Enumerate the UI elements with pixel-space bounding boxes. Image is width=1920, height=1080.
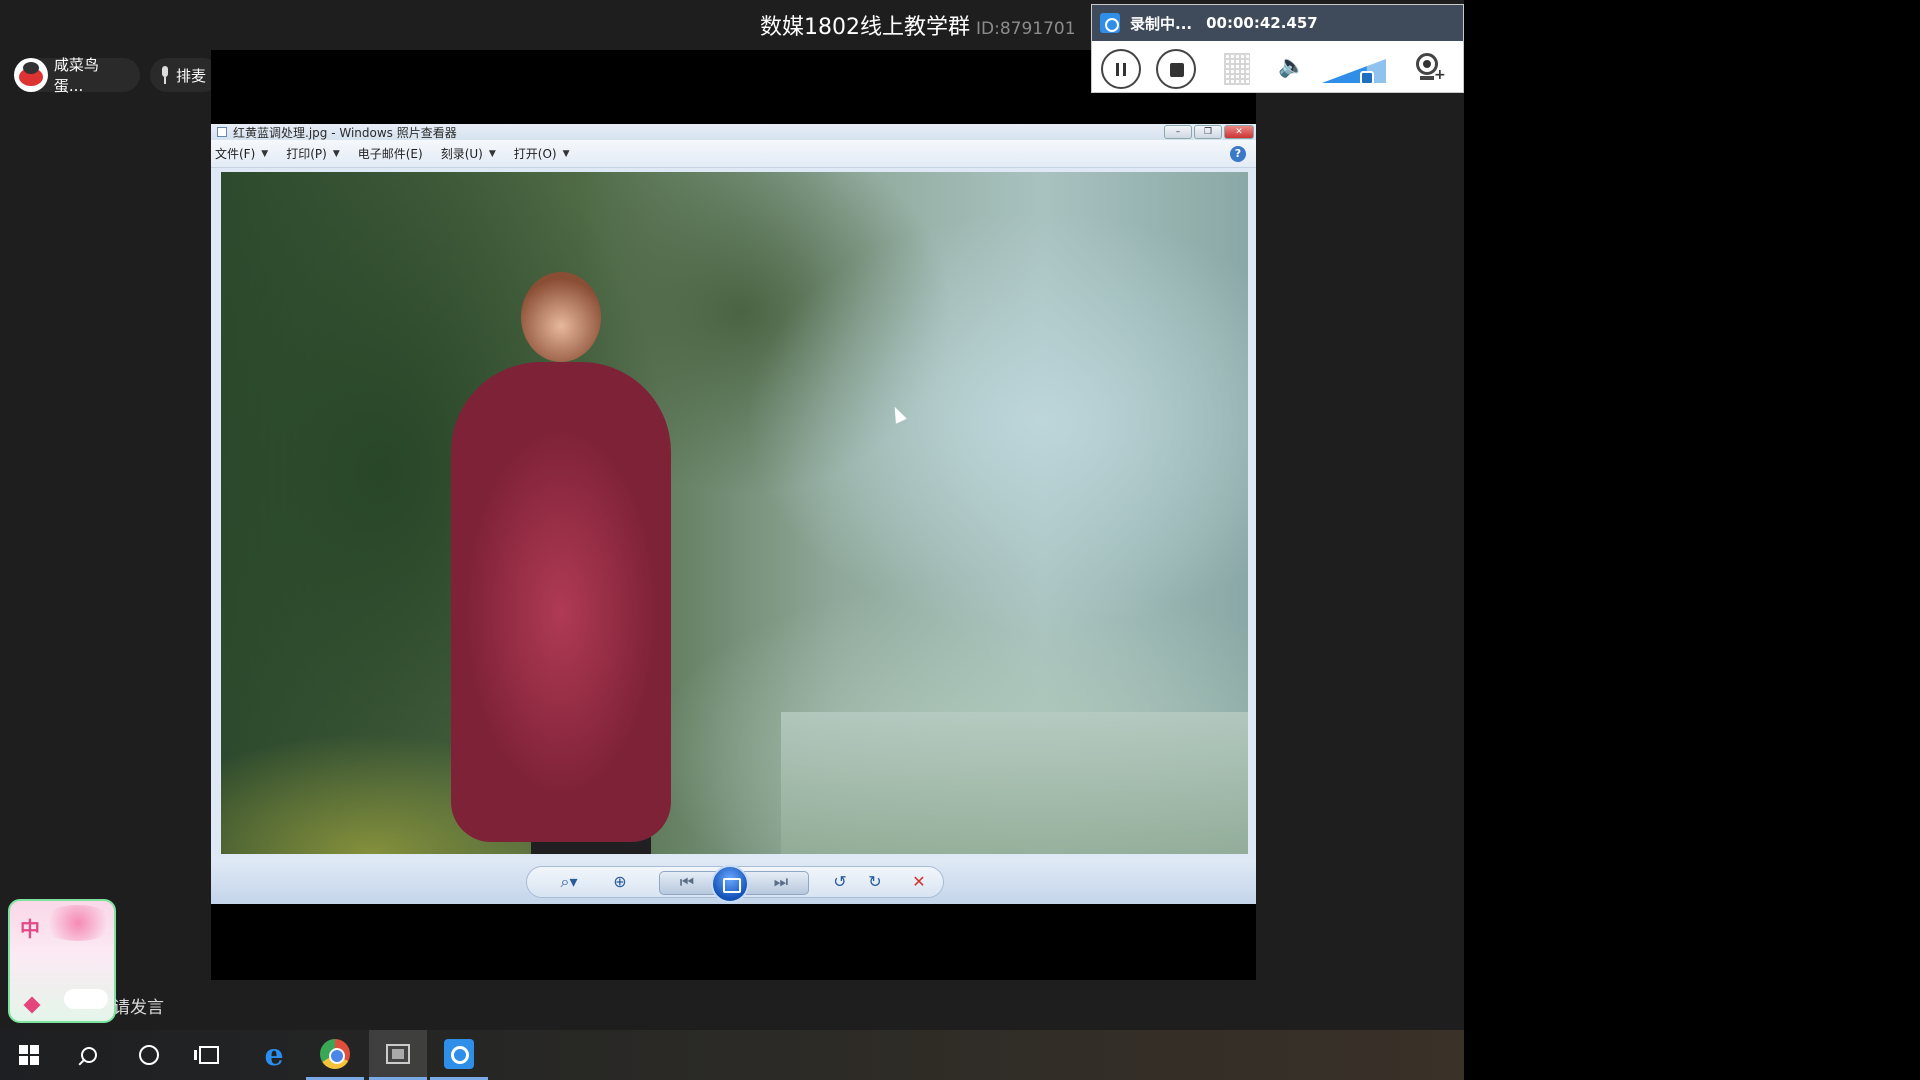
volume-knob[interactable] [1360, 71, 1374, 85]
right-black-area [1464, 0, 1920, 1080]
previous-icon[interactable]: ⏮ [677, 872, 697, 892]
avatar [14, 58, 48, 92]
mouse-cursor-icon [889, 404, 907, 424]
request-to-speak[interactable]: 请发言 [113, 993, 164, 1018]
shared-screen: 红黄蓝调处理.jpg - Windows 照片查看器 – ❐ ✕ 文件(F) ▼ … [211, 50, 1256, 980]
recording-header[interactable]: 录制中... 00:00:42.457 [1092, 5, 1463, 41]
viewer-menubar: 文件(F) ▼ 打印(P) ▼ 电子邮件(E) 刻录(U) ▼ 打开(O) ▼ ? [211, 140, 1256, 168]
cloud-decoration [64, 989, 108, 1009]
menu-burn[interactable]: 刻录(U) ▼ [441, 145, 496, 162]
blossom-decoration [40, 905, 114, 941]
actual-size-icon[interactable]: ⊕ [609, 872, 631, 892]
pause-button[interactable] [1101, 49, 1141, 89]
taskbar-screen-recorder[interactable] [430, 1030, 488, 1080]
sticker-image[interactable]: 中 [8, 899, 116, 1023]
menu-email[interactable]: 电子邮件(E) [358, 145, 423, 162]
menu-label: 文件(F) [215, 147, 256, 161]
zoom-icon[interactable]: ⌕▾ [556, 872, 582, 892]
queue-label: 排麦 [176, 66, 207, 85]
cortana-icon [139, 1045, 159, 1065]
menu-file[interactable]: 文件(F) ▼ [215, 145, 268, 162]
delete-icon[interactable]: ✕ [908, 872, 930, 892]
viewer-titlebar[interactable]: 红黄蓝调处理.jpg - Windows 照片查看器 – ❐ ✕ [211, 124, 1256, 140]
taskbar-task-view[interactable] [180, 1030, 238, 1080]
presenter-name: 咸菜鸟蛋... [53, 56, 99, 95]
volume-slider[interactable] [1322, 55, 1394, 87]
taskbar-search[interactable] [60, 1030, 118, 1080]
heart-icon [23, 996, 41, 1014]
edge-icon: e [264, 1037, 284, 1073]
taskbar-photo-viewer[interactable] [369, 1030, 427, 1080]
taskbar-cortana[interactable] [120, 1030, 178, 1080]
add-icon: + [1434, 67, 1446, 83]
search-icon [81, 1047, 97, 1063]
recording-timer: 00:00:42.457 [1206, 14, 1318, 32]
recording-controls: 🔈 + [1092, 41, 1463, 94]
presenter-chip[interactable]: 咸菜鸟蛋... [14, 56, 140, 95]
window-title: 红黄蓝调处理.jpg - Windows 照片查看器 [233, 125, 457, 140]
recorder-logo-icon [1100, 13, 1120, 33]
stop-button[interactable] [1156, 49, 1196, 89]
start-button[interactable] [0, 1030, 58, 1080]
taskbar-edge[interactable]: e [245, 1030, 303, 1080]
windows-logo-icon [19, 1045, 39, 1065]
photo-viewer-icon [386, 1043, 410, 1064]
chevron-down-icon: ▼ [261, 148, 269, 159]
photo-red-dress [451, 362, 671, 842]
minimize-button[interactable]: – [1164, 125, 1192, 139]
screen: 数媒1802线上教学群 ID:8791701 咸菜鸟蛋... 排麦 红黄蓝调处理.… [0, 0, 1920, 1080]
photo-lake [781, 712, 1248, 854]
rotate-right-icon[interactable]: ↻ [864, 872, 886, 892]
chevron-down-icon: ▼ [332, 148, 340, 159]
menu-label: 刻录(U) [440, 147, 483, 161]
queue-button[interactable]: 排麦 [150, 58, 220, 92]
viewer-toolbar: ⌕▾ ⊕ ⏮ ⏭ ↺ ↻ ✕ [211, 860, 1256, 904]
group-title: 数媒1802线上教学群 ID:8791701 [760, 9, 1076, 40]
photo-woman-head [521, 272, 601, 362]
menu-label: 打开(O) [513, 147, 557, 161]
task-view-icon [194, 1046, 219, 1064]
restore-button[interactable]: ❐ [1194, 125, 1222, 139]
speaker-icon[interactable]: 🔈 [1278, 53, 1306, 81]
chrome-icon [320, 1038, 350, 1069]
screen-recorder-icon [444, 1038, 474, 1069]
group-id: ID:8791701 [976, 19, 1076, 39]
rotate-left-icon[interactable]: ↺ [829, 872, 851, 892]
slideshow-icon[interactable] [711, 865, 749, 903]
photo-viewer-window: 红黄蓝调处理.jpg - Windows 照片查看器 – ❐ ✕ 文件(F) ▼ … [211, 124, 1256, 904]
menu-open[interactable]: 打开(O) ▼ [514, 145, 570, 162]
sticker-char: 中 [20, 917, 40, 941]
microphone-icon [160, 66, 170, 84]
recording-status: 录制中... [1130, 14, 1193, 33]
webcam-base [1420, 76, 1434, 80]
displayed-photo [221, 172, 1248, 854]
chevron-down-icon: ▼ [488, 148, 496, 159]
menu-label: 电子邮件(E) [357, 147, 423, 161]
region-grid-icon[interactable] [1224, 53, 1250, 85]
taskbar: e [0, 1030, 1464, 1080]
chevron-down-icon: ▼ [562, 148, 570, 159]
menu-label: 打印(P) [286, 147, 327, 161]
webcam-icon[interactable]: + [1412, 51, 1446, 85]
recording-panel: 录制中... 00:00:42.457 🔈 + [1091, 4, 1464, 93]
app-icon [217, 127, 227, 137]
menu-print[interactable]: 打印(P) ▼ [286, 145, 340, 162]
close-button[interactable]: ✕ [1224, 125, 1254, 139]
help-icon[interactable]: ? [1230, 146, 1246, 162]
group-name: 数媒1802线上教学群 [760, 15, 970, 40]
next-icon[interactable]: ⏭ [771, 872, 791, 892]
taskbar-chrome[interactable] [306, 1030, 364, 1080]
